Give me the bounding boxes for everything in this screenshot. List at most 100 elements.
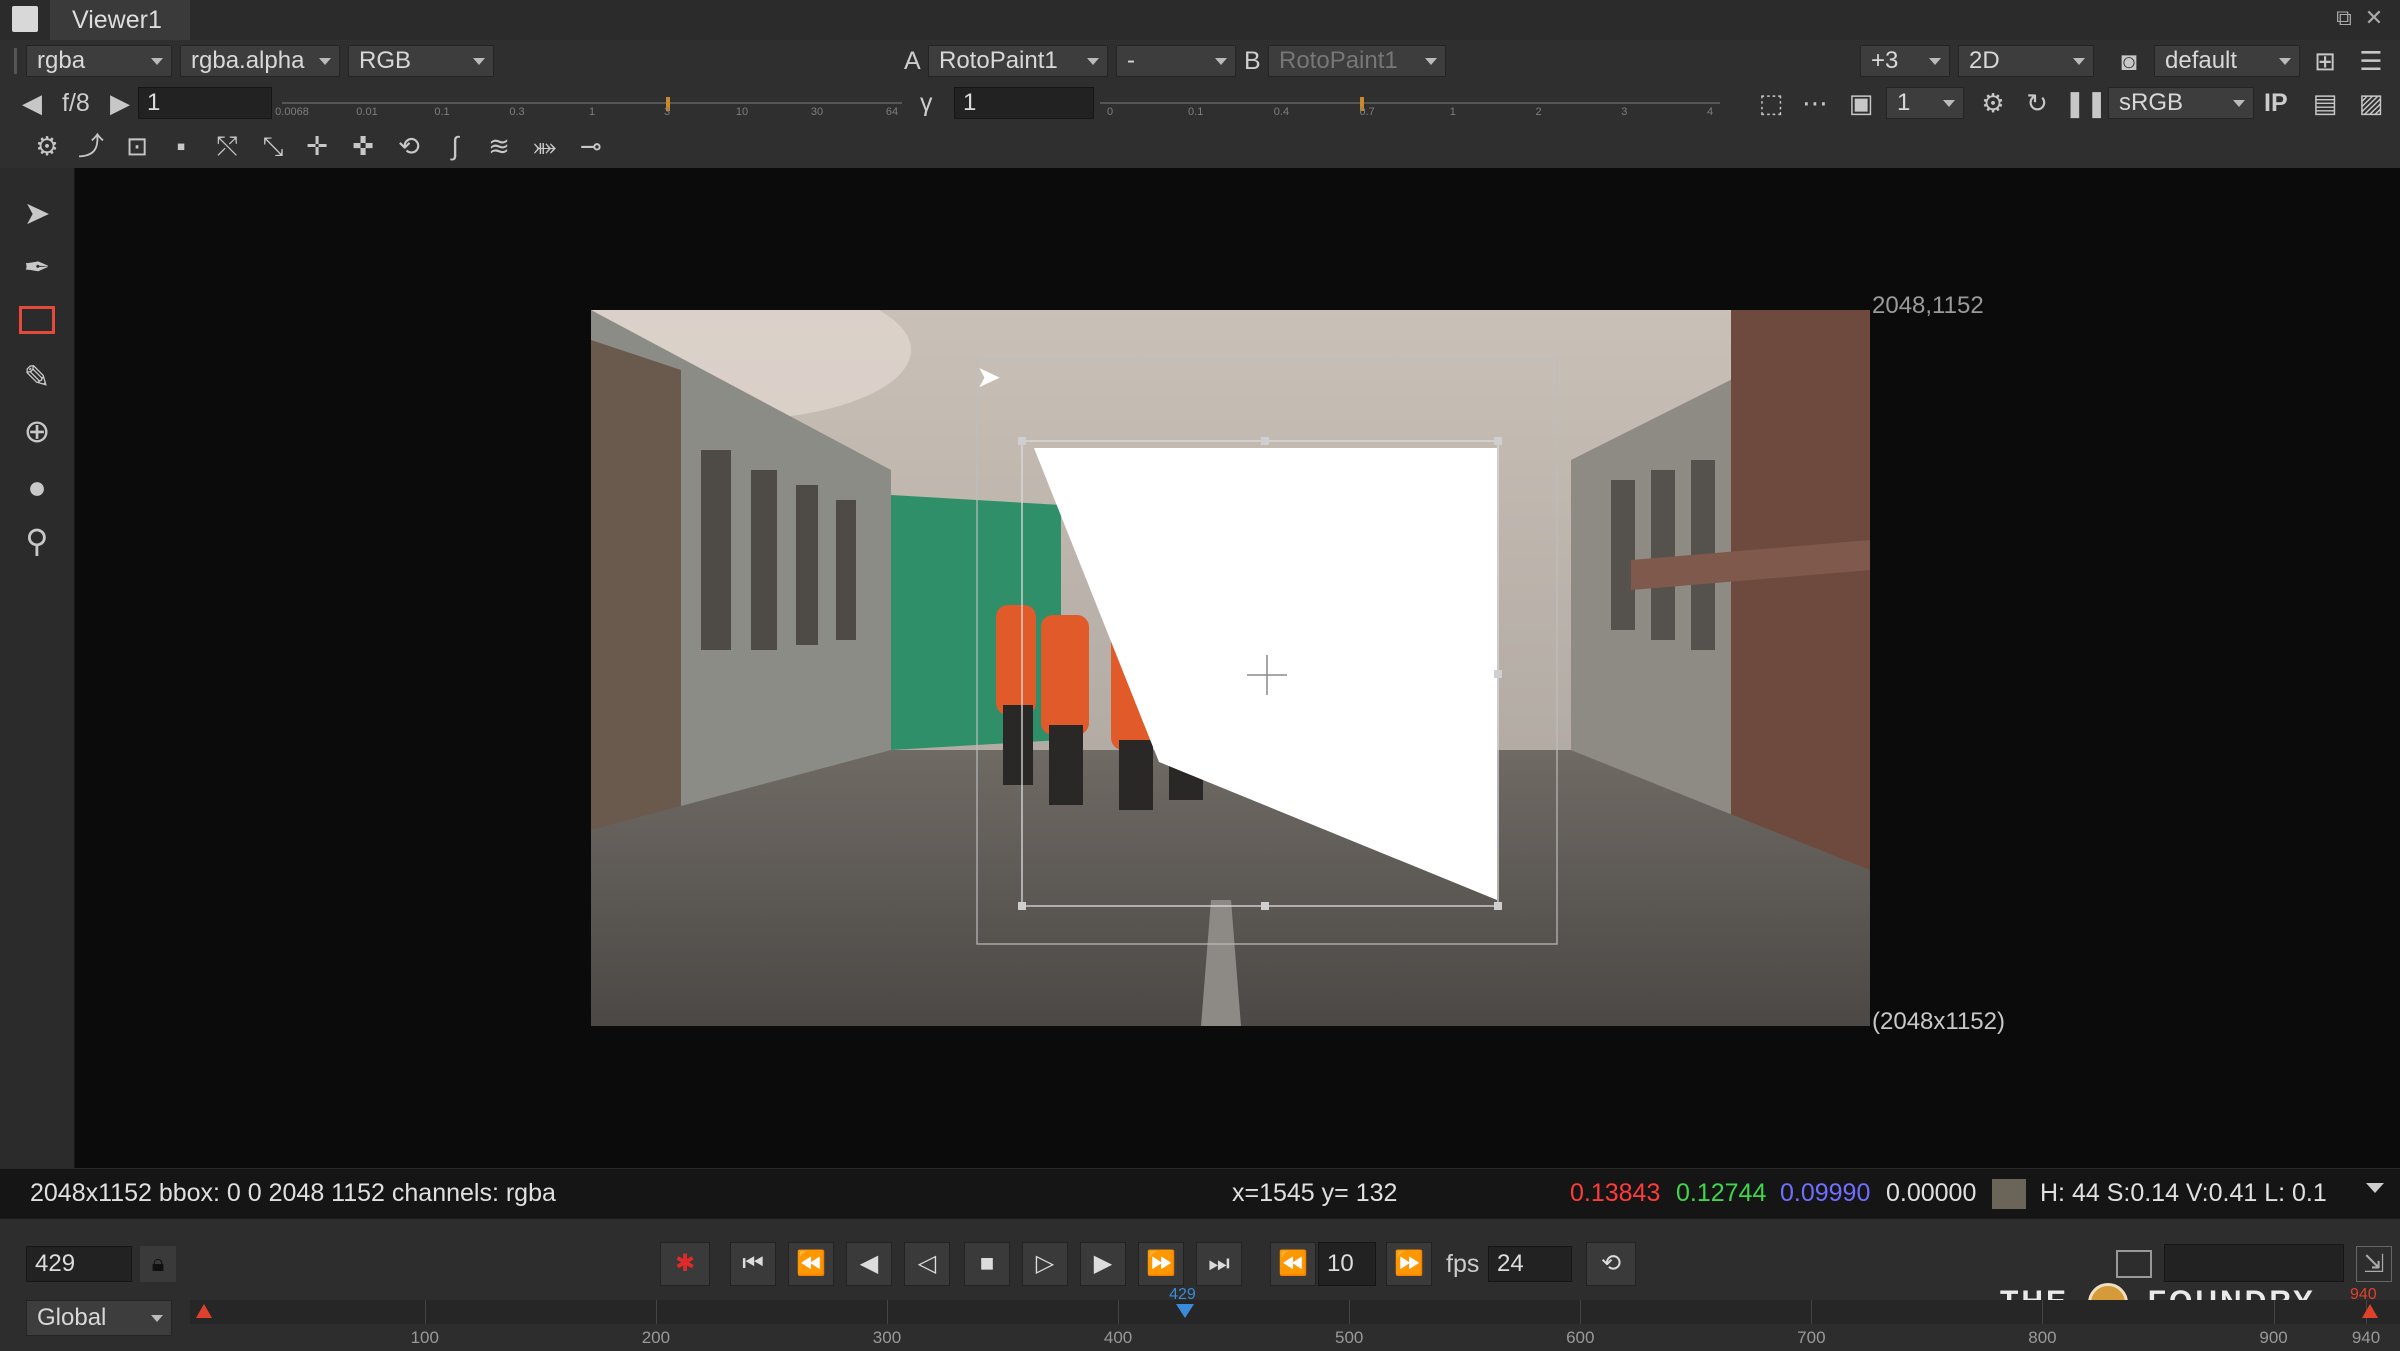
curve-icon[interactable]: ∫ [436, 128, 474, 164]
lock-icon[interactable]: 🔒︎ [140, 1246, 176, 1282]
viewer-input-icon[interactable] [2116, 1250, 2152, 1278]
ripple-icon[interactable]: ⤘ [526, 128, 564, 164]
clone-tool-icon[interactable]: ⊕ [14, 408, 60, 454]
view-mode-value: 2D [1969, 47, 2000, 74]
record-icon[interactable]: ✱ [660, 1242, 710, 1286]
viewer-toolbar-top: rgba rgba.alpha RGB A RotoPaint1 - B Rot… [0, 40, 2400, 82]
chevron-down-icon [2073, 58, 2085, 65]
motion-blur-icon[interactable]: ≋ [480, 128, 518, 164]
timeline-tick-label: 600 [1566, 1328, 1595, 1347]
display-channels-dropdown[interactable]: RGB [348, 45, 494, 77]
viewer-input-field[interactable] [2164, 1244, 2344, 1282]
slider-tick-label: 0.7 [1359, 106, 1375, 118]
gamma-slider-track [1100, 102, 1720, 104]
select-tool-icon[interactable]: ➤ [14, 190, 60, 236]
fps-field[interactable]: 24 [1488, 1246, 1572, 1282]
current-frame-field[interactable]: 429 [26, 1246, 132, 1282]
brush-tool-icon[interactable]: ✎ [14, 354, 60, 400]
last-frame-icon[interactable]: ⏭ [1196, 1242, 1242, 1286]
frame-field[interactable]: 1 [138, 87, 272, 119]
view-mode-dropdown[interactable]: 2D [1958, 45, 2094, 77]
tab-viewer1[interactable]: Viewer1 [50, 0, 190, 40]
blur-tool-icon[interactable]: ● [14, 464, 60, 510]
proxy-scale[interactable]: f/8 [62, 87, 90, 119]
refresh-icon[interactable]: ↻ [2018, 85, 2056, 121]
slider-tick-label: 10 [735, 106, 749, 118]
status-menu-icon[interactable] [2366, 1183, 2384, 1193]
channels-dropdown[interactable]: rgba [26, 45, 172, 77]
unlink-icon[interactable]: ⊸ [572, 128, 610, 164]
roi-icon[interactable]: ⬚ [1752, 85, 1790, 121]
range-mode-dropdown[interactable]: Global [26, 1300, 172, 1336]
input-a-dropdown[interactable]: RotoPaint1 [928, 45, 1108, 77]
play-backward-icon[interactable]: ◁ [904, 1242, 950, 1286]
lut-dropdown[interactable]: default [2154, 45, 2300, 77]
prev-proxy-icon[interactable]: ◀ [20, 85, 44, 121]
float-window-icon[interactable]: ⧉ [2330, 4, 2358, 32]
chevron-down-icon [2233, 100, 2245, 107]
gamma-field[interactable]: 1 [954, 87, 1094, 119]
first-frame-icon[interactable]: ⏮ [730, 1242, 776, 1286]
slider-tick-label: 0.1 [434, 106, 450, 118]
panel-menu-icon[interactable] [12, 6, 38, 32]
colorspace-dropdown[interactable]: sRGB [2108, 87, 2254, 119]
proxy-toggle-icon[interactable]: ▣ [1842, 85, 1880, 121]
gamma-slider[interactable]: 0 0.1 0.4 0.7 1 2 3 4 [1100, 92, 1720, 120]
gpu-icon[interactable]: ⚙ [1974, 85, 2012, 121]
play-forward-icon[interactable]: ▷ [1022, 1242, 1068, 1286]
viewer-image[interactable] [591, 310, 1870, 1026]
input-b-dropdown[interactable]: RotoPaint1 [1268, 45, 1446, 77]
pause-icon[interactable]: ❚❚ [2064, 85, 2108, 121]
next-frame-icon[interactable]: ▶ [1080, 1242, 1126, 1286]
camera-icon[interactable]: ◙ [2110, 43, 2148, 79]
downrez-dropdown[interactable]: 1 [1886, 87, 1964, 119]
skip-back-icon[interactable]: ⏪ [1270, 1242, 1316, 1286]
chevron-down-icon [1929, 58, 1941, 65]
point-icon[interactable]: ▪ [162, 128, 200, 164]
loop-icon[interactable]: ⟲ [1586, 1242, 1636, 1286]
chevron-down-icon [1087, 58, 1099, 65]
viewer-toolbar-gain: ◀ f/8 ▶ 1 0.0068 0.01 0.1 0.3 1 3 10 30 64 γ 1 0… [0, 82, 2400, 124]
mouse-cursor-icon: ➤ [976, 361, 1002, 394]
slider-tick-label: 3 [1621, 106, 1628, 118]
next-keyframe-icon[interactable]: ⏩ [1138, 1242, 1184, 1286]
close-shape-icon[interactable]: ⟲ [390, 128, 428, 164]
timeline[interactable]: 100 200 300 400 500 600 700 800 900 940 429 940 [190, 1286, 2400, 1350]
lock-points-icon[interactable]: ⊡ [118, 128, 156, 164]
guides-icon[interactable]: ⋯ [1796, 85, 1834, 121]
pixel-color-swatch [1992, 1179, 2026, 1209]
input-process-toggle[interactable]: IP [2264, 87, 2288, 119]
add-point-icon[interactable]: ✛ [298, 128, 336, 164]
compare-mode-value: - [1127, 47, 1135, 74]
input-b-value: RotoPaint1 [1279, 47, 1398, 74]
stripes-icon[interactable]: ▨ [2352, 85, 2390, 121]
gain-slider[interactable]: 0.0068 0.01 0.1 0.3 1 3 10 30 64 [275, 92, 902, 120]
slider-tick-label: 0.0068 [275, 106, 309, 118]
in-marker[interactable] [196, 1304, 212, 1318]
close-icon[interactable]: ✕ [2360, 4, 2388, 32]
feather-link-icon[interactable]: ⤴ [72, 128, 110, 164]
menu-icon[interactable]: ☰ [2352, 43, 2390, 79]
alpha-channel-dropdown[interactable]: rgba.alpha [180, 45, 340, 77]
stop-icon[interactable]: ■ [964, 1242, 1010, 1286]
compare-mode-dropdown[interactable]: - [1116, 45, 1236, 77]
cusp-icon[interactable]: ⤡ [254, 128, 292, 164]
skip-forward-icon[interactable]: ⏩ [1386, 1242, 1432, 1286]
rectangle-tool-icon[interactable] [14, 300, 60, 346]
pixel-green-value: 0.12744 [1676, 1179, 1767, 1207]
fit-frame-icon[interactable]: ⊞ [2306, 43, 2344, 79]
prev-keyframe-icon[interactable]: ⏪ [788, 1242, 834, 1286]
remove-point-icon[interactable]: ✜ [344, 128, 382, 164]
dodge-tool-icon[interactable]: ⚲ [14, 518, 60, 564]
pixel-alpha-value: 0.00000 [1886, 1179, 1977, 1207]
settings-icon[interactable]: ⚙ [28, 128, 66, 164]
pen-tool-icon[interactable]: ✒ [14, 244, 60, 290]
prev-frame-icon[interactable]: ◀ [846, 1242, 892, 1286]
next-proxy-icon[interactable]: ▶ [108, 85, 132, 121]
expand-icon[interactable]: ⇲ [2356, 1246, 2392, 1282]
zoom-dropdown[interactable]: +3 [1860, 45, 1950, 77]
smooth-icon[interactable]: ⤲ [208, 128, 246, 164]
roto-toolbar: ⚙ ⤴ ⊡ ▪ ⤲ ⤡ ✛ ✜ ⟲ ∫ ≋ ⤘ ⊸ [0, 124, 2400, 169]
wipe-icon[interactable]: ▤ [2306, 85, 2344, 121]
skip-frames-field[interactable]: 10 [1318, 1242, 1376, 1286]
